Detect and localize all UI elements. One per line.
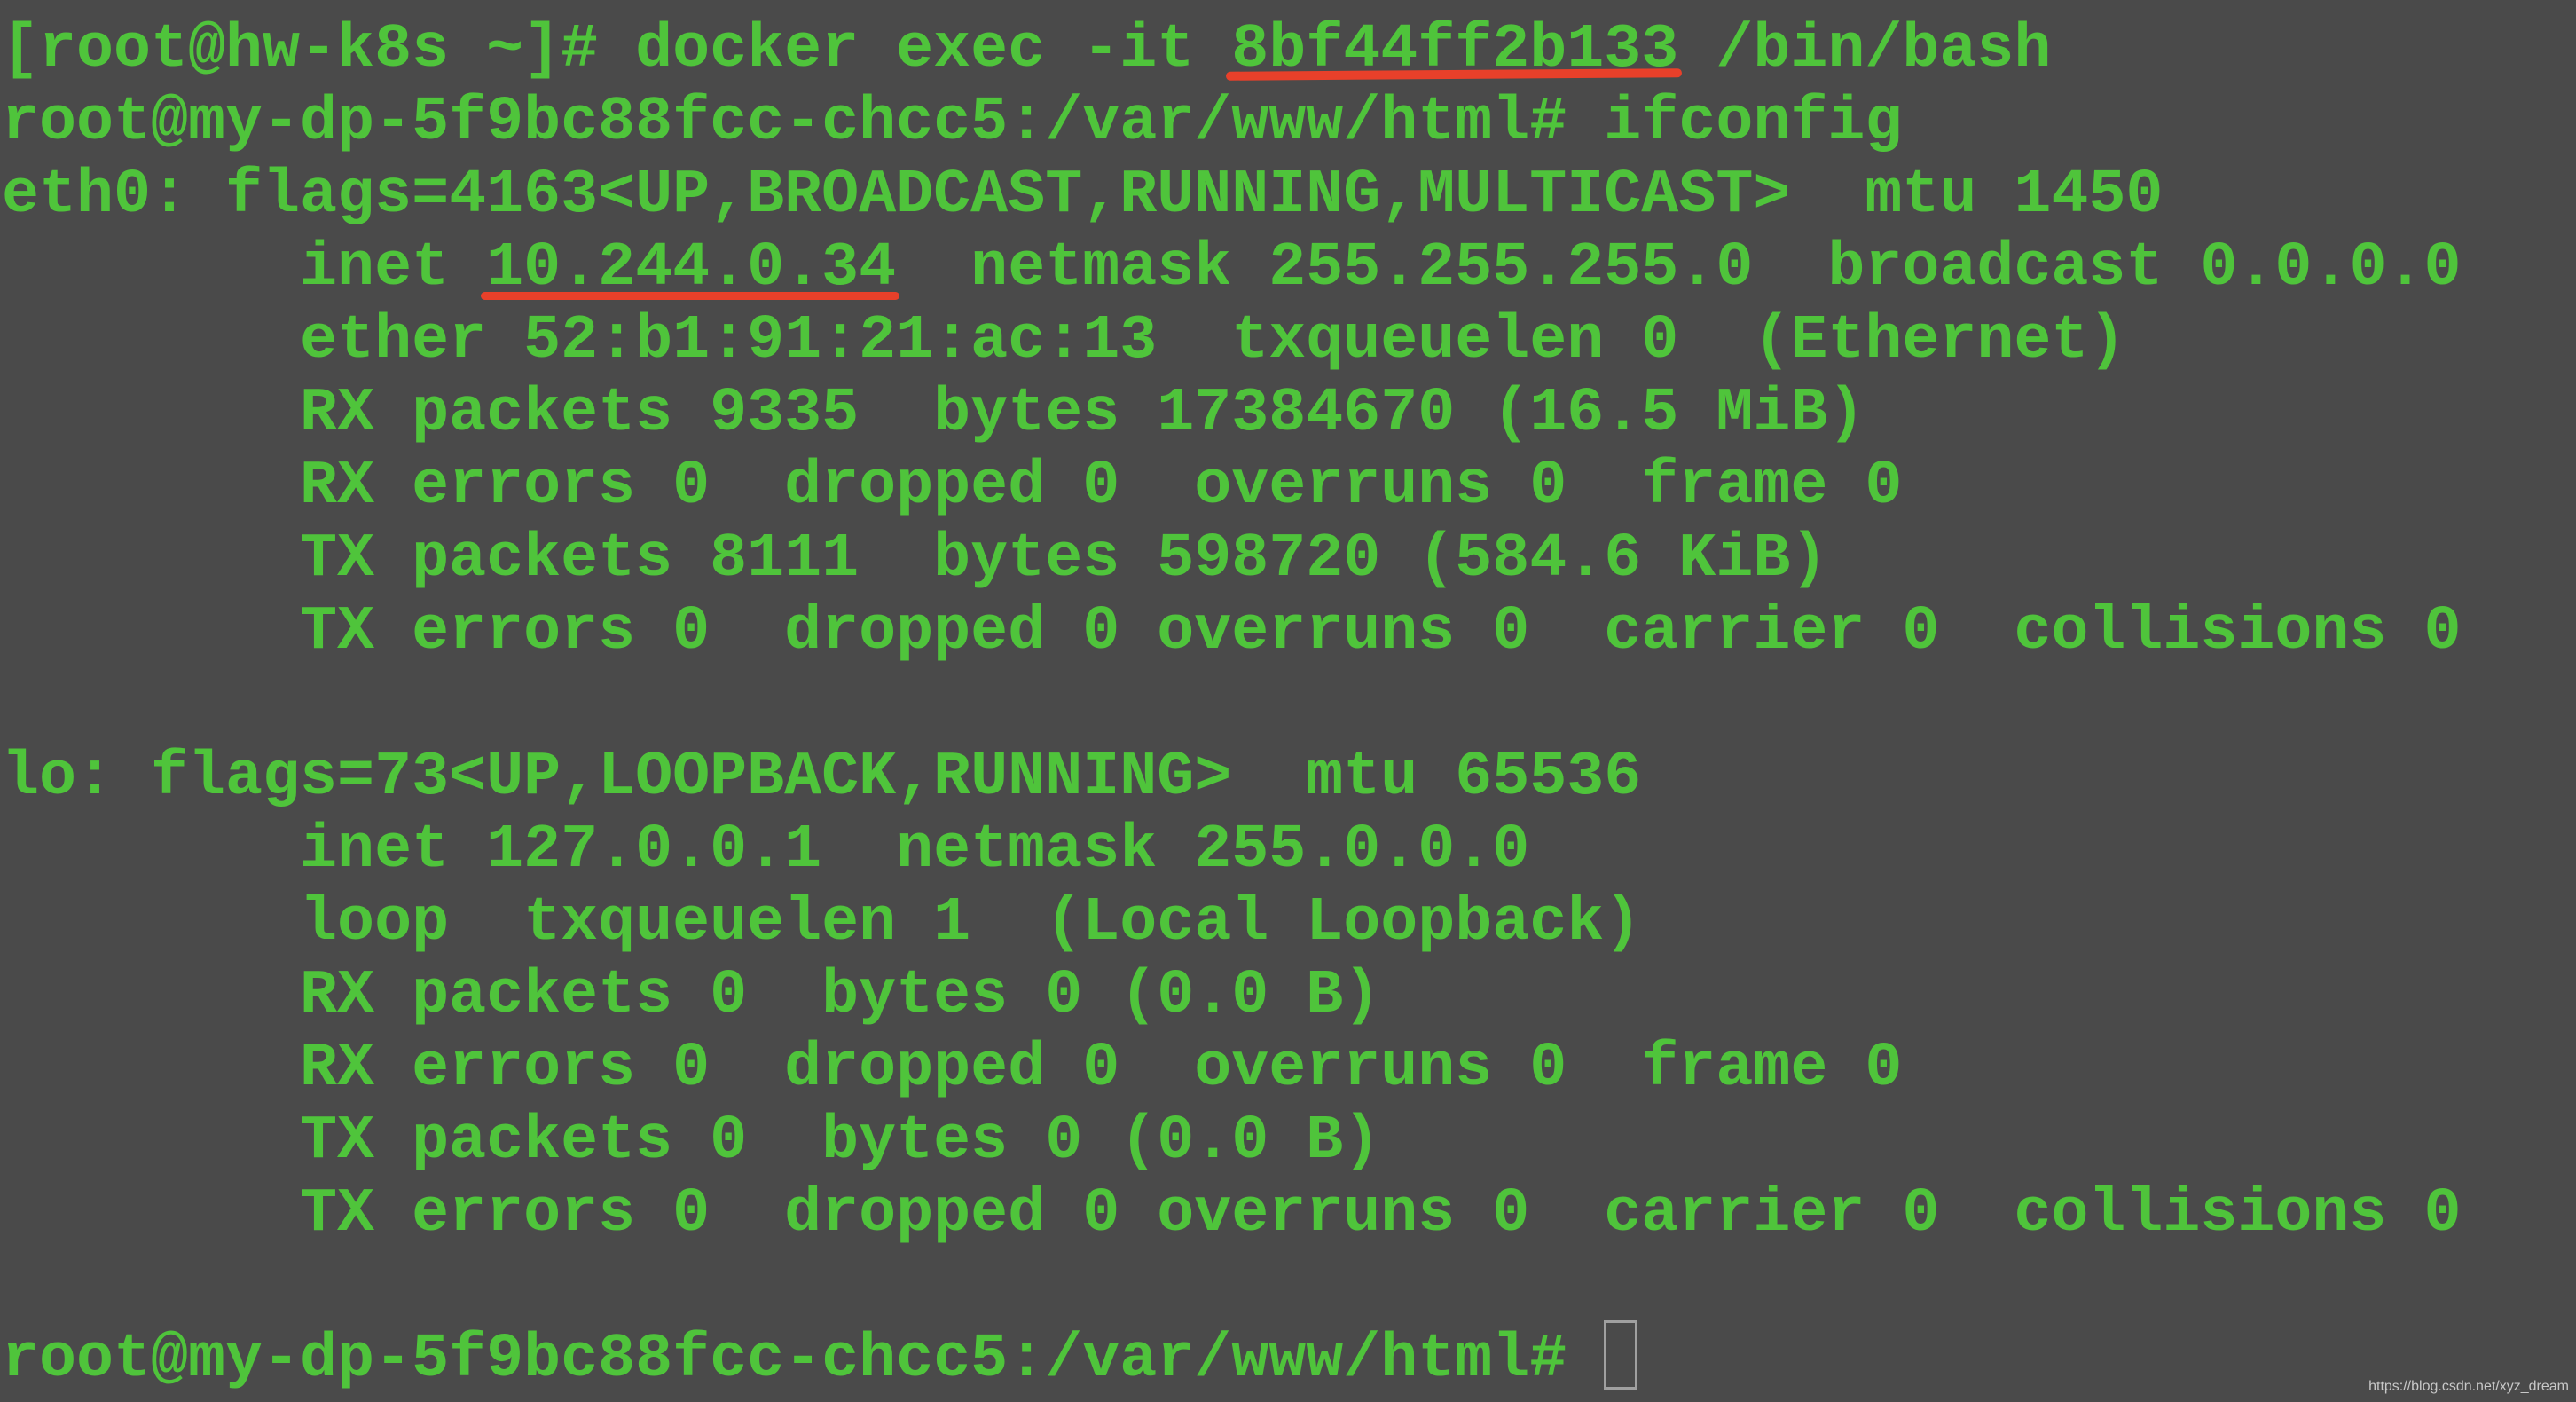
output-line-lo-header: lo: flags=73<UP,LOOPBACK,RUNNING> mtu 65… xyxy=(2,743,1642,813)
output-text: netmask 255.255.255.0 broadcast 0.0.0.0 xyxy=(896,233,2462,303)
output-line-lo-rx-errors: RX errors 0 dropped 0 overruns 0 frame 0 xyxy=(2,1034,1903,1104)
output-line-lo-loop: loop txqueuelen 1 (Local Loopback) xyxy=(2,888,1642,958)
command-line-ifconfig: root@my-dp-5f9bc88fcc-chcc5:/var/www/htm… xyxy=(2,88,1903,158)
output-line-blank xyxy=(2,669,2576,742)
output-line-eth0-inet: inet 10.244.0.34 netmask 255.255.255.0 b… xyxy=(2,232,2576,305)
command-text: /bin/bash xyxy=(1678,15,2052,85)
shell-prompt: root@my-dp-5f9bc88fcc-chcc5:/var/www/htm… xyxy=(2,1325,1605,1395)
command-line-docker-exec: [root@hw-k8s ~]# docker exec -it 8bf44ff… xyxy=(2,14,2576,87)
prompt-line[interactable]: root@my-dp-5f9bc88fcc-chcc5:/var/www/htm… xyxy=(2,1320,2576,1397)
output-line-eth0-header: eth0: flags=4163<UP,BROADCAST,RUNNING,MU… xyxy=(2,161,2164,231)
terminal-window[interactable]: [root@hw-k8s ~]# docker exec -it 8bf44ff… xyxy=(0,0,2576,1402)
output-line-lo-tx-packets: TX packets 0 bytes 0 (0.0 B) xyxy=(2,1107,1381,1177)
container-id-highlight: 8bf44ff2b133 xyxy=(1226,15,1683,85)
watermark: https://blog.csdn.net/xyz_dream xyxy=(2368,1379,2569,1394)
output-line-eth0-rx-packets: RX packets 9335 bytes 17384670 (16.5 MiB… xyxy=(2,379,1865,449)
output-line-lo-inet: inet 127.0.0.1 netmask 255.0.0.0 xyxy=(2,815,1530,886)
output-line-eth0-tx-packets: TX packets 8111 bytes 598720 (584.6 KiB) xyxy=(2,524,1828,595)
output-line-eth0-ether: ether 52:b1:91:21:ac:13 txqueuelen 0 (Et… xyxy=(2,306,2126,376)
output-line-eth0-tx-errors: TX errors 0 dropped 0 overruns 0 carrier… xyxy=(2,597,2462,667)
red-underline-annotation xyxy=(481,292,900,300)
output-line-eth0-rx-errors: RX errors 0 dropped 0 overruns 0 frame 0 xyxy=(2,452,1903,522)
output-line-blank xyxy=(2,1251,2576,1324)
output-text: inet xyxy=(2,233,487,303)
output-line-lo-tx-errors: TX errors 0 dropped 0 overruns 0 carrier… xyxy=(2,1179,2462,1249)
ip-address-highlight: 10.244.0.34 xyxy=(481,233,900,303)
output-line-lo-rx-packets: RX packets 0 bytes 0 (0.0 B) xyxy=(2,961,1381,1031)
command-text: [root@hw-k8s ~]# docker exec -it xyxy=(2,15,1232,85)
terminal-cursor[interactable] xyxy=(1604,1320,1638,1390)
